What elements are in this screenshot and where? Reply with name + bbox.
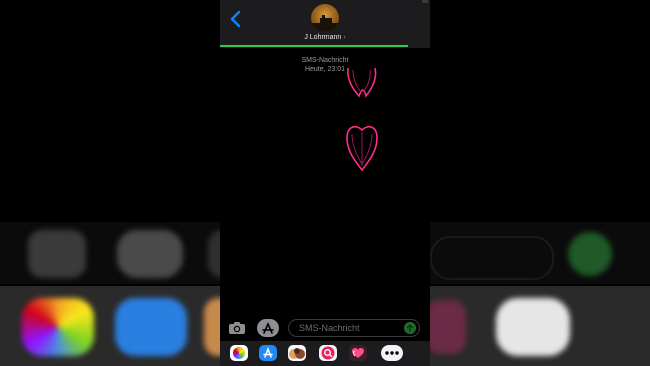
background-input-field: [430, 236, 554, 280]
channel-label: SMS-Nachricht: [301, 57, 349, 64]
send-arrow-icon[interactable]: [404, 322, 416, 334]
background-more-icon: [496, 298, 570, 356]
send-progress-bar: [220, 45, 408, 47]
background-photos-icon: [22, 298, 94, 356]
navigation-bar: J Lohrmann ›: [220, 0, 430, 48]
background-heart-icon: [426, 300, 466, 354]
background-camera-icon: [28, 230, 86, 278]
contact-name[interactable]: J Lohrmann ›: [220, 34, 430, 41]
camera-icon[interactable]: [228, 321, 246, 335]
message-input-placeholder: SMS-Nachricht: [299, 323, 360, 333]
contact-name-label: J Lohrmann: [304, 34, 342, 41]
memoji-icon[interactable]: [288, 345, 306, 361]
background-send-icon: [568, 232, 612, 276]
background-appstore-icon: [115, 298, 187, 356]
background-app-store-icon: [117, 230, 183, 278]
app-store-drawer-icon[interactable]: [259, 345, 277, 361]
message-input[interactable]: SMS-Nachricht: [288, 319, 420, 337]
conversation-meta: SMS-Nachricht Heute, 23:01: [220, 56, 430, 74]
image-search-icon[interactable]: [319, 345, 337, 361]
messages-screen: J Lohrmann › SMS-Nachricht Heute, 23:01 S…: [220, 0, 430, 366]
avatar-silhouette-icon: [311, 15, 339, 32]
app-store-button[interactable]: [257, 319, 279, 337]
back-chevron-icon[interactable]: [228, 10, 244, 28]
digital-touch-icon[interactable]: [349, 345, 367, 361]
contact-chevron-icon: ›: [343, 34, 346, 41]
photos-icon[interactable]: [230, 345, 248, 361]
contact-avatar[interactable]: [311, 4, 339, 32]
more-icon[interactable]: [381, 345, 403, 361]
digital-touch-heart-message[interactable]: [344, 122, 380, 172]
timestamp: Heute, 23:01: [304, 66, 346, 73]
status-indicator: [422, 0, 428, 3]
compose-bar: SMS-Nachricht: [220, 318, 430, 340]
app-store-icon: [262, 322, 274, 334]
digital-touch-heart-message[interactable]: [344, 66, 380, 98]
app-drawer: [220, 341, 430, 366]
